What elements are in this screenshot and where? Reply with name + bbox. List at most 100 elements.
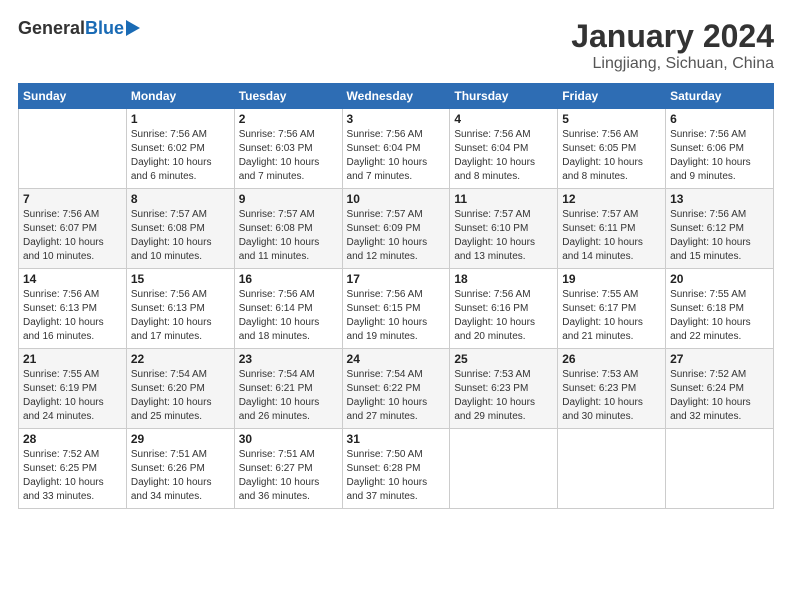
calendar-cell: 30 Sunrise: 7:51 AM Sunset: 6:27 PM Dayli…: [234, 429, 342, 509]
calendar-cell: 29Sunrise: 7:51 AM Sunset: 6:26 PM Dayli…: [126, 429, 234, 509]
calendar-cell: 10Sunrise: 7:57 AM Sunset: 6:09 PM Dayli…: [342, 189, 450, 269]
day-info: Sunrise: 7:55 AM Sunset: 6:18 PM Dayligh…: [670, 288, 769, 344]
day-info: Sunrise: 7:55 AM Sunset: 6:19 PM Dayligh…: [23, 368, 122, 424]
day-number: 19: [562, 272, 661, 286]
calendar-cell: 31 Sunrise: 7:50 AM Sunset: 6:28 PM Dayli…: [342, 429, 450, 509]
subtitle: Lingjiang, Sichuan, China: [571, 55, 774, 73]
day-info: Sunrise: 7:56 AM Sunset: 6:14 PM Dayligh…: [239, 288, 338, 344]
calendar-cell: 1 Sunrise: 7:56 AM Sunset: 6:02 PM Daylig…: [126, 109, 234, 189]
calendar-cell: 4 Sunrise: 7:56 AM Sunset: 6:04 PM Daylig…: [450, 109, 558, 189]
page: General Blue January 2024 Lingjiang, Sic…: [0, 0, 792, 612]
column-header-monday: Monday: [126, 84, 234, 109]
day-number: 31: [347, 432, 446, 446]
day-number: 20: [670, 272, 769, 286]
column-header-tuesday: Tuesday: [234, 84, 342, 109]
day-info: Sunrise: 7:56 AM Sunset: 6:05 PM Dayligh…: [562, 128, 661, 184]
day-number: 7: [23, 192, 122, 206]
day-info: Sunrise: 7:57 AM Sunset: 6:09 PM Dayligh…: [347, 208, 446, 264]
day-number: 4: [454, 112, 553, 126]
calendar-week-row: 14 Sunrise: 7:56 AM Sunset: 6:13 PM Dayli…: [19, 269, 774, 349]
day-number: 3: [347, 112, 446, 126]
calendar-week-row: 21 Sunrise: 7:55 AM Sunset: 6:19 PM Dayli…: [19, 349, 774, 429]
day-info: Sunrise: 7:56 AM Sunset: 6:16 PM Dayligh…: [454, 288, 553, 344]
calendar-cell: 5Sunrise: 7:56 AM Sunset: 6:05 PM Daylig…: [558, 109, 666, 189]
column-header-wednesday: Wednesday: [342, 84, 450, 109]
logo: General Blue: [18, 18, 140, 39]
day-info: Sunrise: 7:55 AM Sunset: 6:17 PM Dayligh…: [562, 288, 661, 344]
day-number: 23: [239, 352, 338, 366]
calendar-header-row: SundayMondayTuesdayWednesdayThursdayFrid…: [19, 84, 774, 109]
calendar-cell: 13Sunrise: 7:56 AM Sunset: 6:12 PM Dayli…: [666, 189, 774, 269]
day-number: 14: [23, 272, 122, 286]
day-number: 6: [670, 112, 769, 126]
calendar-cell: 17Sunrise: 7:56 AM Sunset: 6:15 PM Dayli…: [342, 269, 450, 349]
day-number: 1: [131, 112, 230, 126]
calendar-week-row: 1 Sunrise: 7:56 AM Sunset: 6:02 PM Daylig…: [19, 109, 774, 189]
calendar-cell: 25 Sunrise: 7:53 AM Sunset: 6:23 PM Dayli…: [450, 349, 558, 429]
day-number: 22: [131, 352, 230, 366]
day-info: Sunrise: 7:57 AM Sunset: 6:08 PM Dayligh…: [239, 208, 338, 264]
day-info: Sunrise: 7:53 AM Sunset: 6:23 PM Dayligh…: [454, 368, 553, 424]
calendar-cell: 24 Sunrise: 7:54 AM Sunset: 6:22 PM Dayli…: [342, 349, 450, 429]
day-info: Sunrise: 7:56 AM Sunset: 6:13 PM Dayligh…: [131, 288, 230, 344]
logo-general-text: General: [18, 18, 85, 39]
day-number: 28: [23, 432, 122, 446]
column-header-thursday: Thursday: [450, 84, 558, 109]
day-info: Sunrise: 7:53 AM Sunset: 6:23 PM Dayligh…: [562, 368, 661, 424]
column-header-sunday: Sunday: [19, 84, 127, 109]
day-info: Sunrise: 7:56 AM Sunset: 6:15 PM Dayligh…: [347, 288, 446, 344]
logo-blue-text: Blue: [85, 18, 124, 39]
day-number: 21: [23, 352, 122, 366]
calendar-week-row: 28Sunrise: 7:52 AM Sunset: 6:25 PM Dayli…: [19, 429, 774, 509]
day-number: 11: [454, 192, 553, 206]
logo-arrow-icon: [126, 20, 140, 36]
calendar-cell: 9 Sunrise: 7:57 AM Sunset: 6:08 PM Daylig…: [234, 189, 342, 269]
day-info: Sunrise: 7:56 AM Sunset: 6:02 PM Dayligh…: [131, 128, 230, 184]
day-number: 12: [562, 192, 661, 206]
day-info: Sunrise: 7:54 AM Sunset: 6:21 PM Dayligh…: [239, 368, 338, 424]
day-info: Sunrise: 7:56 AM Sunset: 6:04 PM Dayligh…: [454, 128, 553, 184]
day-number: 29: [131, 432, 230, 446]
day-number: 27: [670, 352, 769, 366]
day-number: 26: [562, 352, 661, 366]
day-info: Sunrise: 7:56 AM Sunset: 6:13 PM Dayligh…: [23, 288, 122, 344]
day-info: Sunrise: 7:57 AM Sunset: 6:10 PM Dayligh…: [454, 208, 553, 264]
calendar-cell: [666, 429, 774, 509]
day-number: 9: [239, 192, 338, 206]
calendar-cell: 3 Sunrise: 7:56 AM Sunset: 6:04 PM Daylig…: [342, 109, 450, 189]
day-number: 2: [239, 112, 338, 126]
calendar-cell: 16Sunrise: 7:56 AM Sunset: 6:14 PM Dayli…: [234, 269, 342, 349]
day-info: Sunrise: 7:52 AM Sunset: 6:24 PM Dayligh…: [670, 368, 769, 424]
calendar-cell: 26 Sunrise: 7:53 AM Sunset: 6:23 PM Dayli…: [558, 349, 666, 429]
day-info: Sunrise: 7:57 AM Sunset: 6:11 PM Dayligh…: [562, 208, 661, 264]
day-info: Sunrise: 7:54 AM Sunset: 6:20 PM Dayligh…: [131, 368, 230, 424]
calendar-cell: 7Sunrise: 7:56 AM Sunset: 6:07 PM Daylig…: [19, 189, 127, 269]
day-info: Sunrise: 7:57 AM Sunset: 6:08 PM Dayligh…: [131, 208, 230, 264]
calendar-cell: 14 Sunrise: 7:56 AM Sunset: 6:13 PM Dayli…: [19, 269, 127, 349]
day-number: 15: [131, 272, 230, 286]
calendar-cell: 11 Sunrise: 7:57 AM Sunset: 6:10 PM Dayli…: [450, 189, 558, 269]
calendar-table: SundayMondayTuesdayWednesdayThursdayFrid…: [18, 83, 774, 509]
day-number: 8: [131, 192, 230, 206]
day-number: 24: [347, 352, 446, 366]
day-number: 18: [454, 272, 553, 286]
calendar-cell: 2Sunrise: 7:56 AM Sunset: 6:03 PM Daylig…: [234, 109, 342, 189]
calendar-cell: 18 Sunrise: 7:56 AM Sunset: 6:16 PM Dayli…: [450, 269, 558, 349]
day-number: 30: [239, 432, 338, 446]
calendar-cell: 20 Sunrise: 7:55 AM Sunset: 6:18 PM Dayli…: [666, 269, 774, 349]
day-info: Sunrise: 7:56 AM Sunset: 6:04 PM Dayligh…: [347, 128, 446, 184]
day-info: Sunrise: 7:50 AM Sunset: 6:28 PM Dayligh…: [347, 448, 446, 504]
calendar-cell: 6 Sunrise: 7:56 AM Sunset: 6:06 PM Daylig…: [666, 109, 774, 189]
calendar-cell: 22 Sunrise: 7:54 AM Sunset: 6:20 PM Dayli…: [126, 349, 234, 429]
day-info: Sunrise: 7:56 AM Sunset: 6:06 PM Dayligh…: [670, 128, 769, 184]
calendar-cell: [450, 429, 558, 509]
day-number: 13: [670, 192, 769, 206]
day-number: 25: [454, 352, 553, 366]
column-header-saturday: Saturday: [666, 84, 774, 109]
day-info: Sunrise: 7:51 AM Sunset: 6:27 PM Dayligh…: [239, 448, 338, 504]
day-info: Sunrise: 7:54 AM Sunset: 6:22 PM Dayligh…: [347, 368, 446, 424]
main-title: January 2024: [571, 18, 774, 55]
calendar-cell: 8 Sunrise: 7:57 AM Sunset: 6:08 PM Daylig…: [126, 189, 234, 269]
calendar-cell: [558, 429, 666, 509]
calendar-cell: 15 Sunrise: 7:56 AM Sunset: 6:13 PM Dayli…: [126, 269, 234, 349]
